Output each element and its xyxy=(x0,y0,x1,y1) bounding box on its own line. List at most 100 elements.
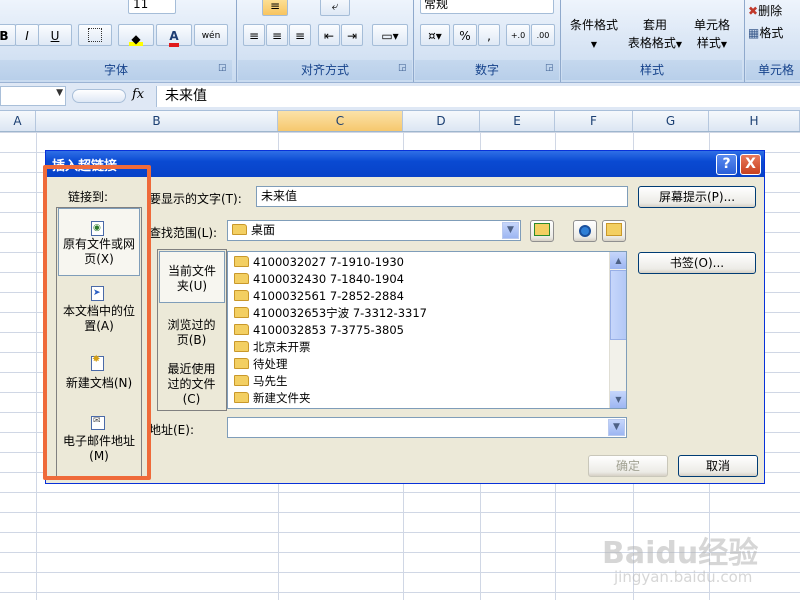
folder-icon xyxy=(234,324,249,335)
font-size-box[interactable]: 11 xyxy=(128,0,176,14)
chevron-down-icon[interactable]: ▼ xyxy=(502,222,519,239)
look-in-value: 桌面 xyxy=(251,223,276,237)
insert-function-icon[interactable]: fx xyxy=(132,87,144,102)
wrap-text-button[interactable]: ⤶ xyxy=(320,0,350,16)
folder-icon xyxy=(234,392,249,403)
column-header-d[interactable]: D xyxy=(403,111,480,131)
address-input[interactable]: ▼ xyxy=(227,417,627,438)
text-to-display-value: 未来值 xyxy=(261,189,298,203)
font-color-button[interactable]: A xyxy=(156,24,192,47)
format-as-table-button[interactable]: 套用 表格格式▼ xyxy=(622,16,688,54)
align-top-button[interactable]: ≡ xyxy=(262,0,288,16)
file-list[interactable]: 4100032027 7-1910-1930 4100032430 7-1840… xyxy=(227,251,627,409)
column-header-a[interactable]: A xyxy=(0,111,36,131)
text-to-display-input[interactable]: 未来值 xyxy=(256,186,628,207)
percent-button[interactable]: % xyxy=(453,24,477,46)
increase-indent-button[interactable]: ⇥ xyxy=(341,24,363,46)
group-cells-title: 单元格 xyxy=(746,60,800,80)
comma-button[interactable]: , xyxy=(478,24,500,46)
section-current-folder[interactable]: 当前文件 夹(U) xyxy=(159,251,225,303)
column-header-b[interactable]: B xyxy=(36,111,278,131)
screentip-button[interactable]: 屏幕提示(P)... xyxy=(638,186,756,208)
chevron-down-icon[interactable]: ▼ xyxy=(56,88,63,98)
ok-button[interactable]: 确定 xyxy=(588,455,668,477)
up-folder-button[interactable] xyxy=(530,220,554,242)
column-header-f[interactable]: F xyxy=(555,111,633,131)
look-in-sections: 当前文件 夹(U) 浏览过的 页(B) 最近使用 过的文件 (C) xyxy=(157,249,227,411)
alignment-dialog-launcher-icon[interactable]: ◲ xyxy=(398,63,409,74)
dialog-title-bar[interactable]: 插入超链接 ? X xyxy=(46,151,764,177)
file-item-label: 4100032027 7-1910-1930 xyxy=(253,255,404,269)
column-header-c[interactable]: C xyxy=(278,111,403,131)
bold-button[interactable]: B xyxy=(0,24,16,46)
recent-files-label-3[interactable]: (C) xyxy=(158,392,225,407)
browsed-pages-label-1[interactable]: 浏览过的 xyxy=(158,318,225,333)
look-in-select[interactable]: 桌面 ▼ xyxy=(227,220,521,241)
increase-decimal-button[interactable]: +.0 xyxy=(506,24,530,46)
current-folder-label-2: 夹(U) xyxy=(176,279,208,293)
browse-file-button[interactable] xyxy=(602,220,626,242)
align-left-button[interactable]: ≡ xyxy=(243,24,265,46)
cancel-button[interactable]: 取消 xyxy=(678,455,758,477)
currency-button[interactable]: ¤▾ xyxy=(420,24,450,46)
file-item-label: 北京未开票 xyxy=(253,340,311,354)
file-item[interactable]: 4100032027 7-1910-1930 xyxy=(234,254,404,271)
decrease-decimal-button[interactable]: .00 xyxy=(531,24,555,46)
scroll-thumb[interactable] xyxy=(610,270,626,340)
bookmark-button[interactable]: 书签(O)... xyxy=(638,252,756,274)
italic-button[interactable]: I xyxy=(15,24,39,46)
recent-files-label-1[interactable]: 最近使用 xyxy=(158,362,225,377)
help-button[interactable]: ? xyxy=(716,154,737,175)
border-icon xyxy=(88,28,102,42)
conditional-format-button[interactable]: 条件格式 ▼ xyxy=(562,16,626,54)
cell-styles-button[interactable]: 单元格 样式▼ xyxy=(684,16,740,54)
file-item[interactable]: 4100032430 7-1840-1904 xyxy=(234,271,404,288)
file-item[interactable]: 北京未开票 xyxy=(234,339,311,356)
browse-web-button[interactable] xyxy=(573,220,597,242)
file-item-label: 新建文件夹 xyxy=(253,391,311,405)
number-dialog-launcher-icon[interactable]: ◲ xyxy=(545,63,556,74)
browsed-pages-label-2[interactable]: 页(B) xyxy=(158,333,225,348)
format-as-table-label-2: 表格格式 xyxy=(627,36,676,50)
recent-files-label-2[interactable]: 过的文件 xyxy=(158,377,225,392)
decrease-indent-button[interactable]: ⇤ xyxy=(318,24,340,46)
watermark-brand: Baidu经验 xyxy=(602,536,759,571)
file-list-scrollbar[interactable]: ▲ ▼ xyxy=(609,252,626,408)
format-cells-button[interactable]: ▦格式 xyxy=(748,24,800,42)
merge-cells-button[interactable]: ▭▾ xyxy=(372,24,408,46)
name-box[interactable]: ▼ xyxy=(0,86,66,106)
column-header-e[interactable]: E xyxy=(480,111,555,131)
close-button[interactable]: X xyxy=(740,154,761,175)
align-center-button[interactable]: ≡ xyxy=(266,24,288,46)
number-format-select[interactable]: 常规 xyxy=(420,0,554,14)
formula-input[interactable]: 未来值 xyxy=(156,86,800,107)
chevron-down-icon: ▼ xyxy=(590,40,598,49)
file-item[interactable]: 4100032853 7-3775-3805 xyxy=(234,322,404,339)
group-styles-title: 样式 xyxy=(562,60,742,80)
chevron-down-icon[interactable]: ▼ xyxy=(608,419,625,436)
underline-button[interactable]: U xyxy=(38,24,72,46)
file-item[interactable]: 马先生 xyxy=(234,373,288,390)
group-number-title: 数字 xyxy=(415,60,559,80)
font-dialog-launcher-icon[interactable]: ◲ xyxy=(218,63,229,74)
folder-icon xyxy=(234,341,249,352)
file-item-label: 4100032561 7-2852-2884 xyxy=(253,289,404,303)
fill-color-button[interactable]: ◆ xyxy=(118,24,154,46)
scroll-down-icon[interactable]: ▼ xyxy=(610,391,626,408)
phonetic-button[interactable]: wén xyxy=(194,24,228,46)
file-item[interactable]: 新建文件夹 xyxy=(234,390,311,407)
formula-bar-splitter[interactable] xyxy=(72,89,126,103)
border-button[interactable] xyxy=(78,24,112,46)
folder-icon xyxy=(234,375,249,386)
file-item[interactable]: 4100032653宁波 7-3312-3317 xyxy=(234,305,427,322)
watermark: Baidu经验 jingyan.baidu.com xyxy=(596,528,796,592)
align-right-button[interactable]: ≡ xyxy=(289,24,311,46)
column-header-g[interactable]: G xyxy=(633,111,709,131)
highlight-box xyxy=(43,165,151,480)
scroll-up-icon[interactable]: ▲ xyxy=(610,252,626,269)
file-item[interactable]: 待处理 xyxy=(234,356,288,373)
file-item[interactable]: 4100032561 7-2852-2884 xyxy=(234,288,404,305)
delete-cells-button[interactable]: ✖删除 xyxy=(748,2,800,20)
delete-icon: ✖ xyxy=(748,4,759,18)
column-header-h[interactable]: H xyxy=(709,111,800,131)
